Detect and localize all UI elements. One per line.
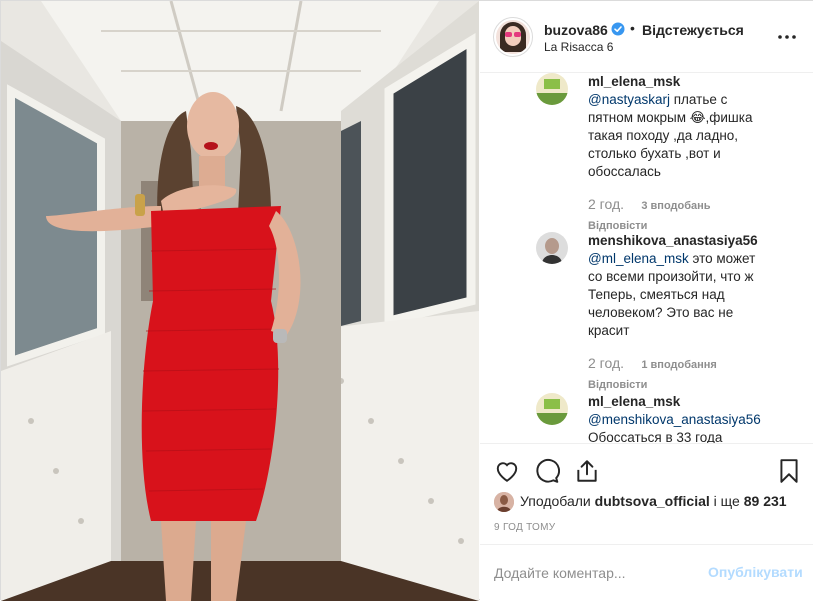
post-photo[interactable] bbox=[1, 1, 479, 601]
post-timestamp[interactable]: 9 ГОД ТОМУ bbox=[494, 522, 555, 533]
post-side-panel: buzova86 • Відстежується La Risacca 6 ml… bbox=[480, 1, 813, 601]
comment-body: menshikova_anastasiya56 @ml_elena_msk эт… bbox=[588, 232, 768, 394]
comment-time[interactable]: 2 год. bbox=[588, 355, 624, 371]
comment-likes[interactable]: 3 вподобань bbox=[641, 200, 710, 212]
bookmark-icon[interactable] bbox=[776, 458, 802, 484]
commenter-avatar[interactable] bbox=[536, 73, 568, 105]
following-button[interactable]: Відстежується bbox=[642, 22, 744, 38]
liker-avatar[interactable] bbox=[494, 492, 514, 513]
comment-icon[interactable] bbox=[534, 458, 560, 484]
comment-likes[interactable]: 1 вподобання bbox=[641, 359, 716, 371]
post-location[interactable]: La Risacca 6 bbox=[544, 40, 613, 54]
post-header: buzova86 • Відстежується La Risacca 6 bbox=[480, 1, 813, 73]
heart-icon[interactable] bbox=[494, 458, 520, 484]
comment-body: ml_elena_msk @nastyaskarj платье с пятно… bbox=[588, 73, 768, 235]
comment-username[interactable]: ml_elena_msk bbox=[588, 394, 680, 409]
photo-illustration bbox=[1, 1, 479, 601]
comment-time[interactable]: 2 год. bbox=[588, 196, 624, 212]
profile-avatar[interactable] bbox=[493, 17, 533, 57]
likes-summary: Уподобали dubtsova_official і ще 89 231 bbox=[494, 491, 787, 513]
comment-meta: 2 год. 3 вподобань bbox=[588, 195, 768, 215]
header-separator: • bbox=[630, 20, 635, 36]
comments-list[interactable]: ml_elena_msk @nastyaskarj платье с пятно… bbox=[480, 73, 813, 443]
avatar-image bbox=[496, 20, 530, 54]
comment-mention[interactable]: @menshikova_anastasiya56 bbox=[588, 412, 761, 427]
likes-prefix: Уподобали bbox=[520, 493, 595, 509]
instagram-post: buzova86 • Відстежується La Risacca 6 ml… bbox=[0, 0, 813, 601]
post-author-username[interactable]: buzova86 bbox=[544, 22, 608, 38]
more-options-icon[interactable] bbox=[777, 31, 797, 43]
comment-input[interactable] bbox=[494, 562, 714, 584]
comment-meta: 2 год. 1 вподобання bbox=[588, 354, 768, 374]
likes-middle: і ще bbox=[709, 493, 744, 509]
comment-username[interactable]: menshikova_anastasiya56 bbox=[588, 233, 758, 248]
commenter-avatar[interactable] bbox=[536, 232, 568, 264]
comment-mention[interactable]: @ml_elena_msk bbox=[588, 251, 689, 266]
comment-username[interactable]: ml_elena_msk bbox=[588, 74, 680, 89]
likes-count[interactable]: 89 231 bbox=[744, 493, 787, 509]
comment-text: Обоссаться в 33 года bbox=[588, 430, 723, 443]
add-comment-form: Опублікувати bbox=[480, 544, 813, 601]
verified-badge-icon bbox=[611, 22, 625, 36]
publish-button[interactable]: Опублікувати bbox=[708, 564, 803, 580]
comment-mention[interactable]: @nastyaskarj bbox=[588, 92, 670, 107]
share-icon[interactable] bbox=[574, 458, 600, 484]
liker-username[interactable]: dubtsova_official bbox=[595, 493, 710, 509]
commenter-avatar[interactable] bbox=[536, 393, 568, 425]
reply-button[interactable]: Відповісти bbox=[588, 376, 768, 394]
comment-body: ml_elena_msk @menshikova_anastasiya56 Об… bbox=[588, 393, 768, 443]
post-actions-bar bbox=[480, 443, 813, 495]
